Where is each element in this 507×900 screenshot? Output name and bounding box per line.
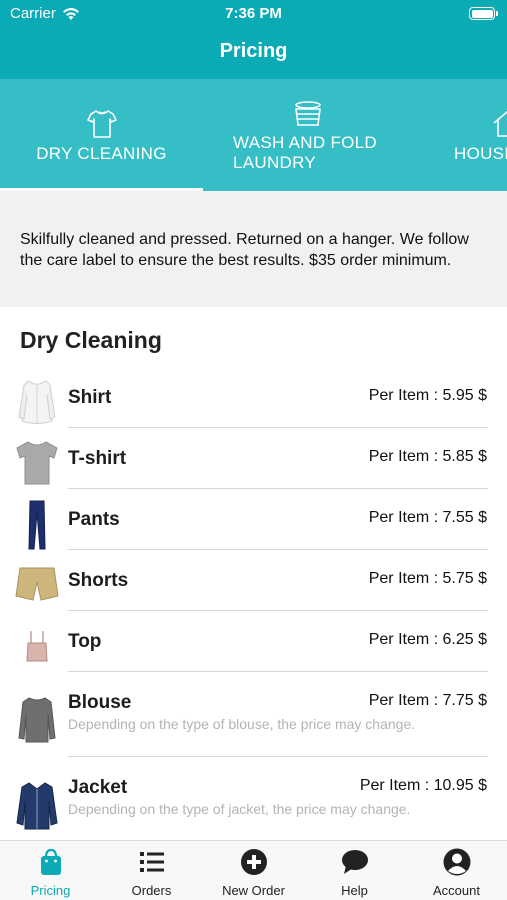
item-name: Pants (68, 509, 120, 530)
shorts-image (15, 567, 59, 601)
tab-label: Pricing (30, 883, 71, 898)
category-tabs: DRY CLEANING WASH AND FOLD LAUNDRY HOUSE (0, 79, 507, 191)
tab-label: New Order (222, 883, 285, 898)
tab-wash-and-fold[interactable]: WASH AND FOLD LAUNDRY (203, 79, 403, 191)
tab-house[interactable]: HOUSE (440, 79, 507, 191)
item-price: Per Item : 7.75 $ (368, 692, 487, 709)
page-title: Pricing (219, 40, 288, 62)
divider (68, 488, 488, 489)
status-bar: Carrier 7:36 PM (0, 0, 507, 28)
tab-label: WASH AND FOLD LAUNDRY (233, 133, 378, 172)
tab-label: Orders (131, 883, 172, 898)
item-note: Depending on the type of jacket, the pri… (68, 801, 411, 817)
chat-bubble-icon (341, 850, 368, 874)
item-price: Per Item : 6.25 $ (368, 631, 487, 648)
item-price: Per Item : 7.55 $ (368, 509, 487, 526)
divider (68, 427, 488, 428)
category-description: Skilfully cleaned and pressed. Returned … (0, 191, 507, 307)
shirt-image (18, 380, 56, 424)
item-name: T-shirt (68, 448, 127, 469)
divider (68, 756, 488, 757)
blouse-image (18, 697, 56, 743)
bottom-tab-bar: Pricing Orders New Order Help Account (0, 840, 507, 900)
tab-pricing[interactable]: Pricing (0, 841, 101, 900)
item-name: Blouse (68, 692, 132, 713)
item-price: Per Item : 10.95 $ (359, 777, 487, 794)
user-circle-icon (443, 848, 470, 876)
tab-help[interactable]: Help (304, 841, 405, 900)
item-name: Shirt (68, 387, 112, 408)
laundry-basket-icon (295, 101, 321, 126)
pants-image (28, 500, 46, 550)
top-image (26, 631, 48, 662)
tab-label: Help (341, 883, 368, 898)
status-time: 7:36 PM (225, 5, 282, 22)
navigation-header: Carrier 7:36 PM Pricing (0, 0, 507, 79)
item-note: Depending on the type of blouse, the pri… (68, 716, 416, 732)
house-icon (493, 111, 507, 137)
tab-new-order[interactable]: New Order (203, 841, 304, 900)
shopping-bag-icon (40, 848, 61, 875)
item-name: Top (68, 631, 102, 652)
jacket-image (16, 782, 58, 830)
tab-orders[interactable]: Orders (101, 841, 202, 900)
list-icon (139, 852, 164, 872)
item-price: Per Item : 5.95 $ (368, 387, 487, 404)
plus-circle-icon (240, 849, 267, 875)
tab-label: HOUSE (454, 144, 507, 163)
divider (68, 671, 488, 672)
tab-dry-cleaning[interactable]: DRY CLEANING (0, 79, 203, 191)
section-title: Dry Cleaning (20, 327, 162, 353)
shirt-icon (86, 110, 117, 138)
item-price: Per Item : 5.75 $ (368, 570, 487, 587)
description-text: Skilfully cleaned and pressed. Returned … (20, 231, 469, 269)
item-price: Per Item : 5.85 $ (368, 448, 487, 465)
battery-icon (469, 7, 498, 20)
tshirt-image (16, 441, 58, 485)
tab-label: Account (433, 883, 480, 898)
divider (68, 610, 488, 611)
divider (68, 549, 488, 550)
item-name: Jacket (68, 777, 128, 798)
item-name: Shorts (68, 570, 129, 591)
tab-label: DRY CLEANING (36, 144, 167, 163)
tab-account[interactable]: Account (406, 841, 507, 900)
